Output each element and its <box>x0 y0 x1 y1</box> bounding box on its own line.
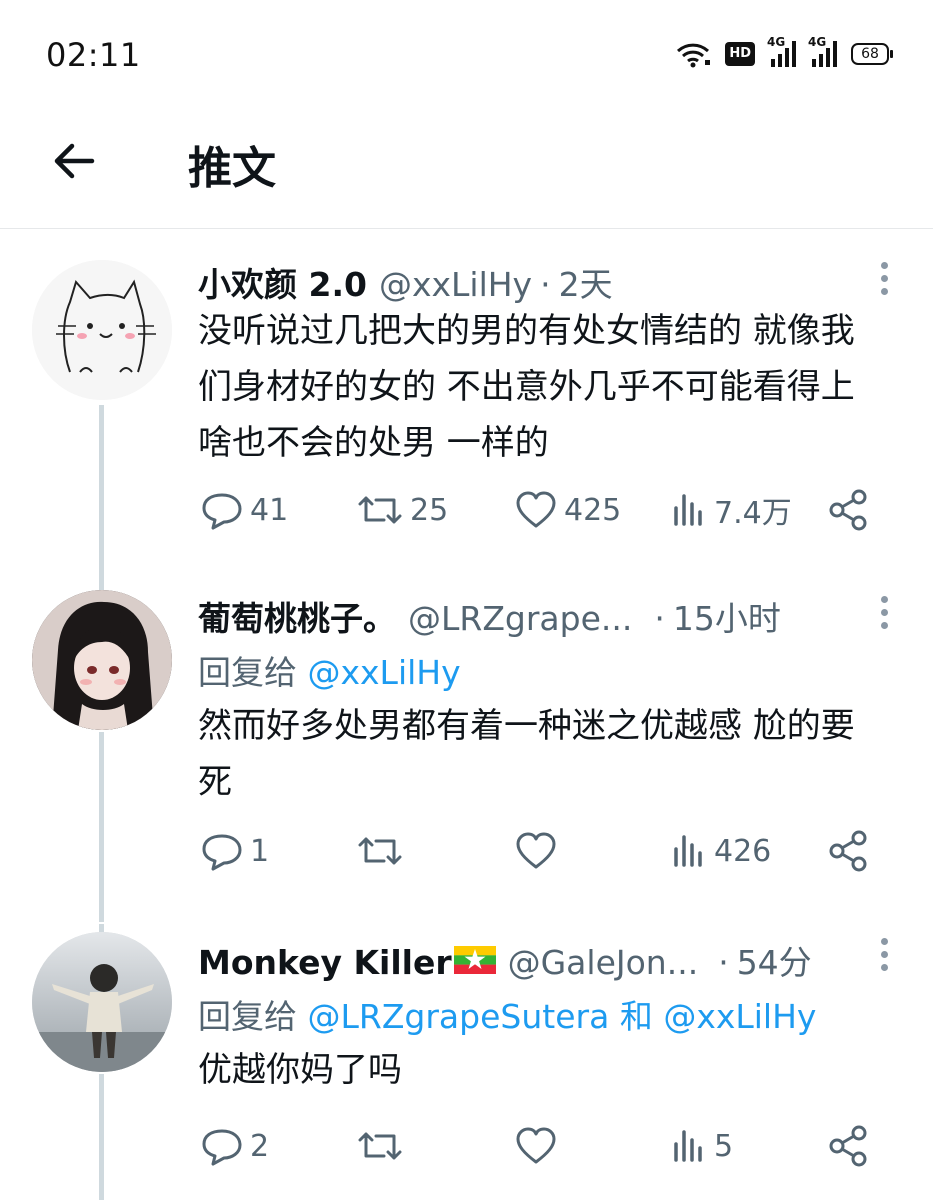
share-icon <box>826 1124 870 1168</box>
view-count: 5 <box>714 1128 734 1164</box>
reply-icon <box>200 831 244 871</box>
signal-icon-1: 4G <box>767 35 796 67</box>
tweet-main[interactable]: 小欢颜 2.0 @xxLilHy · 2天 没听说过几把大的男的有处女情结的 就… <box>0 240 933 585</box>
view-count: 7.4万 <box>714 496 792 531</box>
share-icon <box>826 488 870 532</box>
separator-dot: · <box>718 943 729 982</box>
reply-button[interactable]: 1 <box>200 827 269 875</box>
views-chart-icon <box>672 490 708 530</box>
tweet-header: 小欢颜 2.0 @xxLilHy · 2天 <box>198 258 853 306</box>
like-count: 425 <box>564 492 622 528</box>
more-options-icon[interactable] <box>879 596 889 629</box>
thread-line <box>99 405 104 585</box>
retweet-count: 25 <box>410 492 449 528</box>
network-type-label-1: 4G <box>767 35 786 49</box>
reply-count: 41 <box>250 492 289 528</box>
avatar[interactable] <box>32 932 172 1072</box>
myanmar-flag-icon <box>453 946 496 974</box>
back-arrow-icon[interactable] <box>50 137 98 185</box>
share-button[interactable] <box>826 1122 870 1170</box>
reply-button[interactable]: 41 <box>200 486 288 534</box>
tweet-header: 葡萄桃桃子。 @LRZgrape... · 15小时 <box>198 592 853 640</box>
page-title: 推文 <box>188 143 276 194</box>
separator-dot: · <box>654 599 665 638</box>
signal-icon-2: 4G <box>808 35 837 67</box>
tweet-reply-1[interactable]: 葡萄桃桃子。 @LRZgrape... · 15小时 回复给 @xxLilHy … <box>0 582 933 922</box>
share-button[interactable] <box>826 827 870 875</box>
mention-conjunction: 和 <box>619 997 653 1036</box>
status-icons: HD 4G 4G 68 <box>675 35 893 68</box>
reply-count: 1 <box>250 833 270 869</box>
network-type-label-2: 4G <box>808 35 827 49</box>
top-app-bar: 推文 <box>0 110 933 229</box>
display-name[interactable]: 葡萄桃桃子。 <box>198 592 396 640</box>
reply-count: 2 <box>250 1128 270 1164</box>
retweet-icon <box>356 1126 404 1166</box>
reply-button[interactable]: 2 <box>200 1122 269 1170</box>
replying-to-label: 回复给 <box>198 653 297 692</box>
heart-icon <box>514 490 558 530</box>
replying-to-label: 回复给 <box>198 997 297 1036</box>
like-button[interactable]: 425 <box>514 486 621 534</box>
views-chart-icon <box>672 831 708 871</box>
retweet-button[interactable] <box>356 1122 410 1170</box>
display-name[interactable]: Monkey Killer <box>198 943 452 982</box>
wifi-icon <box>675 40 711 68</box>
battery-icon: 68 <box>851 43 893 65</box>
thread-line <box>99 582 104 590</box>
user-handle[interactable]: @xxLilHy <box>379 265 532 304</box>
reply-icon <box>200 1126 244 1166</box>
clock: 02:11 <box>46 36 141 74</box>
share-icon <box>826 829 870 873</box>
heart-icon <box>514 1126 558 1166</box>
timestamp[interactable]: 54分 <box>737 936 812 984</box>
thread-line <box>99 1074 104 1200</box>
reply-icon <box>200 490 244 530</box>
mention-link[interactable]: @xxLilHy <box>663 997 816 1036</box>
hd-voice-icon: HD <box>725 42 755 66</box>
user-handle[interactable]: @GaleJon... <box>508 943 699 982</box>
timestamp[interactable]: 15小时 <box>673 592 781 640</box>
views-button[interactable]: 426 <box>672 827 771 875</box>
action-bar: 2 5 <box>198 1122 878 1170</box>
view-count: 426 <box>714 833 772 869</box>
like-button[interactable] <box>514 827 564 875</box>
action-bar: 41 25 425 7.4万 <box>198 486 878 534</box>
separator-dot: · <box>540 265 551 304</box>
replying-to-line: 回复给 @xxLilHy <box>198 646 461 694</box>
tweet-text: 然而好多处男都有着一种迷之优越感 尬的要死 <box>198 706 855 802</box>
avatar[interactable] <box>32 260 172 400</box>
tweet-text: 没听说过几把大的男的有处女情结的 就像我们身材好的女的 不出意外几乎不可能看得上… <box>198 311 855 463</box>
tweet-header: Monkey Killer @GaleJon... · 54分 <box>198 936 853 984</box>
share-button[interactable] <box>826 486 870 534</box>
like-button[interactable] <box>514 1122 564 1170</box>
action-bar: 1 426 <box>198 827 878 875</box>
retweet-icon <box>356 831 404 871</box>
avatar[interactable] <box>32 590 172 730</box>
thread-line <box>99 732 104 922</box>
views-chart-icon <box>672 1126 708 1166</box>
replying-to-line: 回复给 @LRZgrapeSutera 和 @xxLilHy <box>198 990 816 1038</box>
views-button[interactable]: 7.4万 <box>672 486 792 534</box>
more-options-icon[interactable] <box>879 938 889 971</box>
timestamp[interactable]: 2天 <box>559 258 613 306</box>
tweet-reply-2[interactable]: Monkey Killer @GaleJon... · 54分 回复给 @LRZ… <box>0 924 933 1200</box>
thread-line <box>99 924 104 932</box>
heart-icon <box>514 831 558 871</box>
retweet-button[interactable] <box>356 827 410 875</box>
views-button[interactable]: 5 <box>672 1122 733 1170</box>
tweet-text: 优越你妈了吗 <box>198 1050 402 1090</box>
mention-link[interactable]: @LRZgrapeSutera <box>308 997 610 1036</box>
retweet-icon <box>356 490 404 530</box>
mention-link[interactable]: @xxLilHy <box>308 653 461 692</box>
display-name[interactable]: 小欢颜 2.0 <box>198 258 367 306</box>
status-bar: 02:11 HD 4G 4G 68 <box>0 0 933 110</box>
more-options-icon[interactable] <box>879 262 889 295</box>
user-handle[interactable]: @LRZgrape... <box>408 599 632 638</box>
retweet-button[interactable]: 25 <box>356 486 448 534</box>
